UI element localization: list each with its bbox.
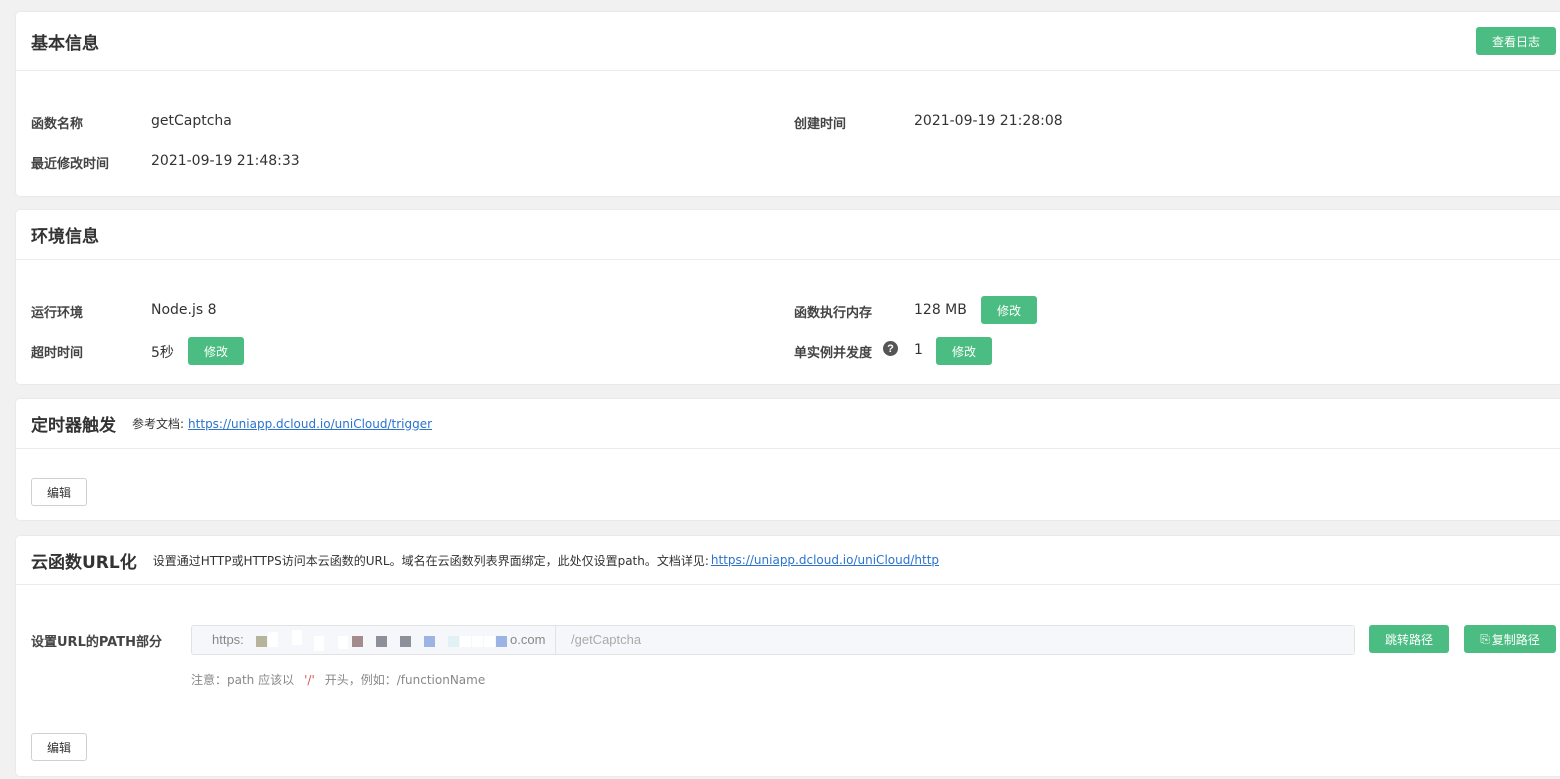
timer-trigger-header: 定时器触发 参考文档: https://uniapp.dcloud.io/uni…: [16, 399, 1560, 449]
basic-info-header: 基本信息 查看日志: [16, 12, 1560, 71]
memory-edit-button[interactable]: 修改: [981, 296, 1037, 324]
mosaic-block: [400, 636, 411, 647]
note-suffix: 开头，例如：/functionName: [324, 673, 486, 687]
mosaic-block: [448, 636, 459, 647]
concurrency-label: 单实例并发度: [794, 346, 873, 361]
url-path-input[interactable]: /getCaptcha: [556, 626, 1354, 654]
timer-trigger-title: 定时器触发: [31, 416, 116, 436]
mosaic-block: [496, 636, 507, 647]
mosaic-block: [352, 636, 363, 647]
url-header: 云函数URL化 设置通过HTTP或HTTPS访问本云函数的URL。域名在云函数列…: [16, 536, 1560, 585]
timer-trigger-card: 定时器触发 参考文档: https://uniapp.dcloud.io/uni…: [16, 399, 1560, 520]
modified-time-value: 2021-09-19 21:48:33: [151, 153, 300, 169]
copy-path-label: 复制路径: [1491, 632, 1540, 647]
function-name-value: getCaptcha: [151, 113, 232, 129]
runtime-value: Node.js 8: [151, 302, 217, 318]
mosaic-block: [338, 636, 348, 649]
runtime-label: 运行环境: [31, 306, 84, 321]
mosaic-block: [472, 636, 483, 647]
url-domain-prefix: https: o.com: [192, 626, 556, 654]
environment-title: 环境信息: [31, 227, 99, 247]
path-note: 注意：path 应该以 '/' 开头，例如：/functionName: [191, 671, 485, 688]
timeout-value: 5秒: [151, 345, 174, 361]
mosaic-block: [256, 636, 267, 647]
memory-value: 128 MB: [914, 302, 967, 318]
mosaic-block: [314, 636, 324, 651]
memory-label: 函数执行内存: [794, 306, 873, 321]
copy-icon: ⎘: [1480, 631, 1490, 646]
basic-info-title: 基本信息: [31, 33, 99, 54]
timeout-edit-button[interactable]: 修改: [188, 337, 244, 365]
url-title: 云函数URL化: [31, 552, 137, 573]
mosaic-block: [376, 636, 387, 647]
url-desc: 设置通过HTTP或HTTPS访问本云函数的URL。域名在云函数列表界面绑定，此处…: [152, 553, 709, 568]
jump-path-button[interactable]: 跳转路径: [1369, 625, 1449, 653]
url-prefix-end: o.com: [510, 632, 546, 647]
question-mark-icon[interactable]: ?: [883, 341, 898, 356]
url-input-group: https: o.com /getCaptcha: [191, 625, 1355, 655]
note-prefix: 注意：path 应该以: [191, 673, 295, 687]
note-slash: '/': [304, 673, 315, 687]
created-time-value: 2021-09-19 21:28:08: [914, 113, 1063, 129]
basic-info-card: 基本信息 查看日志 函数名称 getCaptcha 创建时间 2021-09-1…: [16, 12, 1560, 196]
mosaic-block: [484, 636, 495, 647]
mosaic-block: [460, 636, 471, 647]
concurrency-edit-button[interactable]: 修改: [936, 337, 992, 365]
function-name-label: 函数名称: [31, 117, 84, 132]
environment-header: 环境信息: [16, 210, 1560, 260]
url-prefix-start: https:: [212, 632, 244, 647]
url-card: 云函数URL化 设置通过HTTP或HTTPS访问本云函数的URL。域名在云函数列…: [16, 536, 1560, 776]
url-edit-button[interactable]: 编辑: [31, 733, 87, 761]
timer-doc-prefix: 参考文档:: [132, 417, 185, 431]
url-doc-link[interactable]: https://uniapp.dcloud.io/uniCloud/http: [711, 553, 939, 567]
timeout-label: 超时时间: [31, 346, 84, 361]
url-path-label: 设置URL的PATH部分: [31, 635, 162, 650]
timer-doc-link[interactable]: https://uniapp.dcloud.io/uniCloud/trigge…: [188, 417, 432, 431]
modified-time-label: 最近修改时间: [31, 157, 110, 172]
mosaic-block: [268, 632, 278, 647]
concurrency-value: 1: [914, 342, 923, 358]
environment-card: 环境信息 运行环境 Node.js 8 函数执行内存 128 MB 修改 超时时…: [16, 210, 1560, 384]
timer-edit-button[interactable]: 编辑: [31, 478, 87, 506]
view-log-button[interactable]: 查看日志: [1476, 27, 1556, 55]
mosaic-block: [424, 636, 435, 647]
created-time-label: 创建时间: [794, 117, 847, 132]
copy-path-button[interactable]: ⎘ 复制路径: [1464, 625, 1556, 653]
mosaic-block: [292, 630, 302, 645]
